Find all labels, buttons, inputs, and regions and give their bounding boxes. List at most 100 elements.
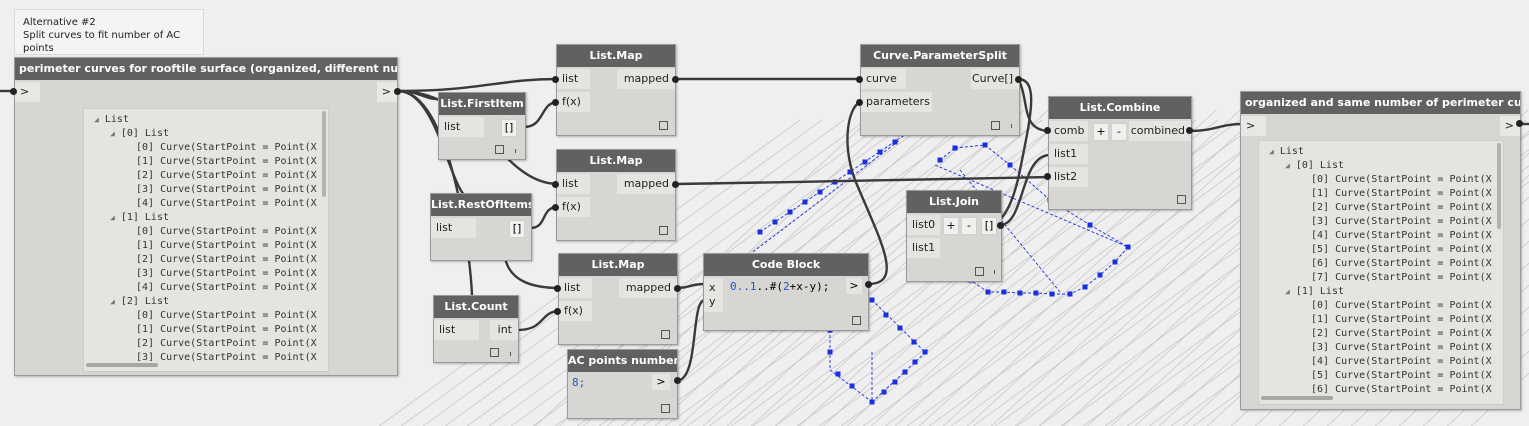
watch-list-item[interactable]: ◢ List — [94, 113, 129, 127]
watch-node-output[interactable]: organized and same number of perimeter c… — [1240, 91, 1521, 410]
connector-dot[interactable] — [1044, 127, 1051, 134]
wire-listjoin-to-listcombine[interactable] — [999, 153, 1051, 227]
node-list-map-1[interactable]: List.Map list f(x) mapped — [556, 44, 676, 136]
node-list-count[interactable]: List.Count list int — [433, 295, 519, 363]
port-output[interactable]: [] — [509, 220, 525, 238]
connector-dot[interactable] — [674, 285, 681, 292]
watch-list-item[interactable]: ◢ [1] List — [110, 211, 169, 225]
watch-node-input[interactable]: perimeter curves for rooftile surface (o… — [14, 57, 398, 376]
port-mapped[interactable]: mapped — [617, 174, 675, 194]
node-list-map-2[interactable]: List.Map list f(x) mapped — [556, 149, 676, 241]
connector-dot[interactable] — [1044, 173, 1051, 180]
wire-count-to-map3fx[interactable] — [517, 309, 561, 332]
horizontal-scrollbar[interactable] — [86, 363, 158, 367]
vertical-scrollbar[interactable] — [322, 111, 326, 197]
expand-triangle-icon[interactable]: ◢ — [1285, 161, 1290, 170]
watch-list-item[interactable]: ◢ [0] List — [110, 127, 169, 141]
output-port[interactable]: > — [652, 374, 670, 390]
port-fx[interactable]: f(x) — [559, 301, 592, 321]
wire-acpoints-to-codeblock-y[interactable] — [675, 298, 706, 383]
preview-toggle-icon[interactable] — [1177, 195, 1186, 204]
port-mapped[interactable]: mapped — [617, 69, 675, 89]
port-int[interactable]: int — [490, 320, 518, 340]
connector-dot[interactable] — [672, 76, 679, 83]
code-editor[interactable]: 0..1..#(2+x-y); — [730, 280, 829, 293]
port-combined[interactable]: combined — [1129, 121, 1191, 141]
connector-dot[interactable] — [997, 222, 1004, 229]
connector-dot[interactable] — [552, 99, 559, 106]
expand-triangle-icon[interactable]: ◢ — [94, 115, 99, 124]
port-list1[interactable]: list1 — [907, 238, 940, 258]
vertical-scrollbar[interactable] — [1497, 143, 1501, 229]
connector-dot[interactable] — [674, 377, 681, 384]
connector-dot[interactable] — [554, 285, 561, 292]
watch-list-view[interactable]: ◢ List ◢ [0] List [0] Curve(StartPoint = Poi… — [1258, 140, 1504, 405]
wire-watch-to-map1[interactable] — [397, 77, 559, 93]
port-fx[interactable]: f(x) — [557, 92, 590, 112]
node-list-map-3[interactable]: List.Map list f(x) mapped — [558, 253, 678, 345]
node-list-firstitem[interactable]: List.FirstItem list [] — [438, 92, 526, 160]
connector-dot[interactable] — [856, 99, 863, 106]
connector-dot[interactable] — [672, 181, 679, 188]
watch-list-item[interactable]: ◢ [0] List — [1285, 159, 1344, 173]
connector-dot[interactable] — [865, 281, 872, 288]
preview-toggle-icon[interactable] — [490, 348, 499, 357]
node-code-block[interactable]: Code Block x y 0..1..#(2+x-y); > — [703, 253, 869, 331]
port-list[interactable]: list — [439, 117, 484, 137]
port-list0[interactable]: list0 — [907, 215, 940, 235]
preview-toggle-icon[interactable] — [661, 404, 670, 413]
connector-dot[interactable] — [1015, 76, 1022, 83]
watch-list-item[interactable]: ◢ [2] List — [110, 295, 169, 309]
add-input-button[interactable]: + — [943, 217, 959, 235]
port-parameters[interactable]: parameters — [861, 92, 932, 112]
port-mapped[interactable]: mapped — [619, 278, 677, 298]
expand-triangle-icon[interactable]: ◢ — [110, 297, 115, 306]
remove-input-button[interactable]: - — [1111, 123, 1127, 141]
expand-triangle-icon[interactable]: ◢ — [110, 213, 115, 222]
connector-dot[interactable] — [552, 204, 559, 211]
port-y[interactable]: y — [704, 292, 723, 312]
preview-toggle-icon[interactable] — [975, 267, 984, 276]
watch-list-item[interactable]: ◢ List — [1269, 145, 1304, 159]
port-list[interactable]: list — [559, 278, 592, 298]
input-port[interactable]: > — [1241, 116, 1266, 136]
horizontal-scrollbar[interactable] — [1261, 396, 1333, 400]
node-curve-parametersplit[interactable]: Curve.ParameterSplit curve parameters Cu… — [860, 44, 1020, 136]
node-list-join[interactable]: List.Join list0 list1 + - [] — [906, 190, 1002, 282]
port-list2[interactable]: list2 — [1049, 167, 1088, 187]
add-input-button[interactable]: + — [1093, 123, 1109, 141]
port-curve-array[interactable]: Curve[] — [971, 69, 1019, 89]
port-list[interactable]: list — [431, 218, 476, 238]
port-output[interactable]: [] — [981, 217, 997, 235]
graph-canvas[interactable]: Alternative #2 Split curves to fit numbe… — [0, 0, 1529, 426]
connector-dot[interactable] — [1186, 127, 1193, 134]
output-port[interactable]: > — [846, 278, 862, 294]
connector-dot[interactable] — [856, 76, 863, 83]
connector-dot[interactable] — [1516, 120, 1523, 127]
expand-triangle-icon[interactable]: ◢ — [1285, 287, 1290, 296]
node-ac-points-number[interactable]: AC points number 8; > — [567, 349, 678, 419]
watch-list-view[interactable]: ◢ List ◢ [0] List [0] Curve(StartPoint = Poi… — [83, 108, 329, 372]
port-comb[interactable]: comb — [1049, 121, 1088, 141]
expand-triangle-icon[interactable]: ◢ — [110, 129, 115, 138]
port-list[interactable]: list — [557, 69, 590, 89]
wire-map2-to-listcombine[interactable] — [675, 175, 1051, 186]
input-port[interactable]: > — [15, 82, 40, 102]
preview-toggle-icon[interactable] — [659, 121, 668, 130]
preview-toggle-icon[interactable] — [852, 316, 861, 325]
connector-dot[interactable] — [552, 76, 559, 83]
connector-dot[interactable] — [552, 181, 559, 188]
watch-list-item[interactable]: ◢ [1] List — [1285, 285, 1344, 299]
wire-restofitems-to-map3list[interactable] — [503, 257, 561, 290]
preview-toggle-icon[interactable] — [991, 121, 1000, 130]
group-note[interactable]: Alternative #2 Split curves to fit numbe… — [14, 9, 204, 55]
port-list[interactable]: list — [557, 174, 590, 194]
wire-paramsplit-to-listcombine[interactable] — [1016, 78, 1051, 133]
connector-dot[interactable] — [10, 88, 17, 95]
wire-listcombine-to-watch[interactable] — [1189, 122, 1243, 133]
preview-toggle-icon[interactable] — [661, 330, 670, 339]
port-fx[interactable]: f(x) — [557, 197, 590, 217]
code-input[interactable]: 8; — [572, 376, 585, 389]
expand-triangle-icon[interactable]: ◢ — [1269, 147, 1274, 156]
port-curve[interactable]: curve — [861, 69, 906, 89]
